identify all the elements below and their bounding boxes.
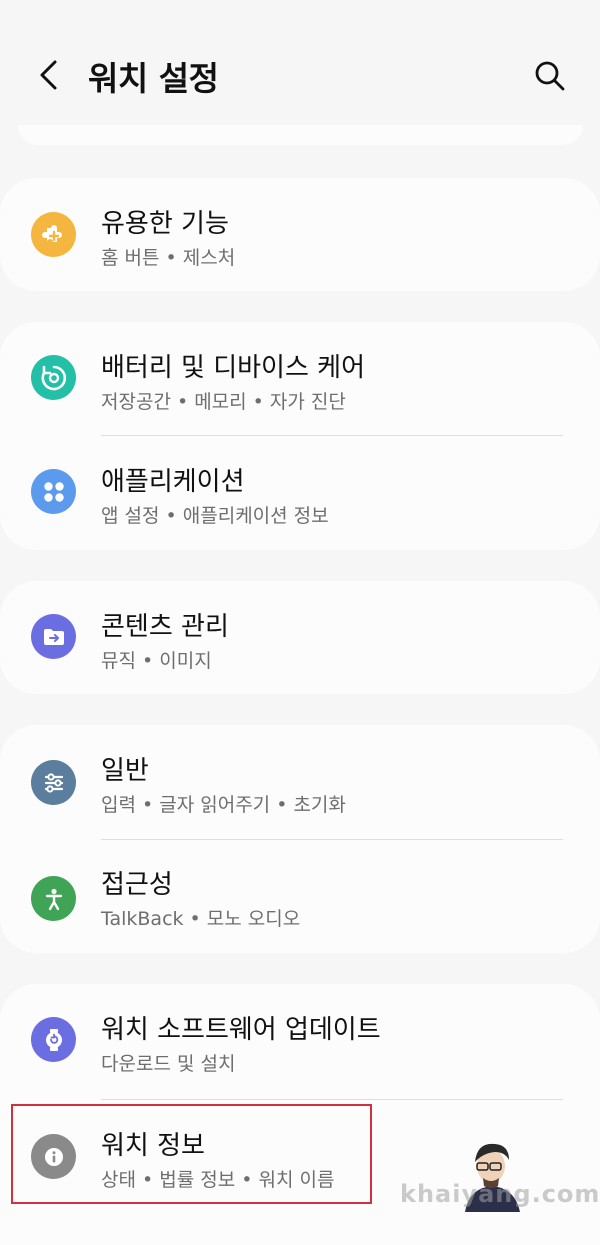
menu-item-title: 콘텐츠 관리 [101, 612, 229, 642]
menu-item-subtitle: TalkBack • 모노 오디오 [101, 908, 301, 930]
settings-group-content: 콘텐츠 관리 뮤직 • 이미지 [0, 581, 600, 694]
menu-item-applications[interactable]: 애플리케이션 앱 설정 • 애플리케이션 정보 [0, 436, 600, 550]
app-bar: 워치 설정 [0, 0, 600, 125]
search-icon [535, 61, 565, 91]
apps-grid-icon [31, 469, 76, 514]
watch-update-icon [31, 1017, 76, 1062]
accessibility-icon [31, 876, 76, 921]
menu-item-watch-software-update[interactable]: 워치 소프트웨어 업데이트 다운로드 및 설치 [0, 984, 600, 1098]
menu-item-title: 애플리케이션 [101, 467, 245, 497]
menu-item-subtitle: 홈 버튼 • 제스처 [101, 247, 236, 269]
menu-item-useful-features[interactable]: 유용한 기능 홈 버튼 • 제스처 [0, 178, 600, 291]
menu-item-general[interactable]: 일반 입력 • 글자 읽어주기 • 초기화 [0, 725, 600, 839]
menu-item-title: 워치 소프트웨어 업데이트 [101, 1015, 381, 1045]
device-care-icon [31, 355, 76, 400]
page-title: 워치 설정 [88, 59, 219, 98]
menu-item-subtitle: 앱 설정 • 애플리케이션 정보 [101, 505, 329, 527]
back-button[interactable] [30, 55, 70, 95]
menu-item-accessibility[interactable]: 접근성 TalkBack • 모노 오디오 [0, 839, 600, 953]
previous-card-edge [18, 125, 583, 145]
menu-item-battery-device-care[interactable]: 배터리 및 디바이스 케어 저장공간 • 메모리 • 자가 진단 [0, 322, 600, 436]
settings-group-useful: 유용한 기능 홈 버튼 • 제스처 [0, 178, 600, 291]
settings-group-device: 배터리 및 디바이스 케어 저장공간 • 메모리 • 자가 진단 애플리케이션 … [0, 322, 600, 550]
menu-item-subtitle: 다운로드 및 설치 [101, 1053, 236, 1075]
menu-item-content-management[interactable]: 콘텐츠 관리 뮤직 • 이미지 [0, 581, 600, 694]
menu-item-subtitle: 저장공간 • 메모리 • 자가 진단 [101, 391, 346, 413]
chevron-left-icon [40, 60, 57, 90]
highlight-box [11, 1104, 372, 1204]
puzzle-plus-icon [31, 212, 76, 257]
menu-item-title: 접근성 [101, 870, 173, 900]
menu-item-subtitle: 뮤직 • 이미지 [101, 650, 212, 672]
watermark-text: khaiyang.com [400, 1180, 600, 1208]
settings-group-general: 일반 입력 • 글자 읽어주기 • 초기화 접근성 TalkBack • 모노 … [0, 725, 600, 953]
menu-item-title: 유용한 기능 [101, 209, 229, 239]
search-button[interactable] [530, 56, 570, 96]
menu-item-title: 일반 [101, 756, 149, 786]
sliders-icon [31, 760, 76, 805]
folder-arrow-icon [31, 614, 76, 659]
menu-item-title: 배터리 및 디바이스 케어 [101, 353, 365, 383]
menu-item-subtitle: 입력 • 글자 읽어주기 • 초기화 [101, 794, 346, 816]
